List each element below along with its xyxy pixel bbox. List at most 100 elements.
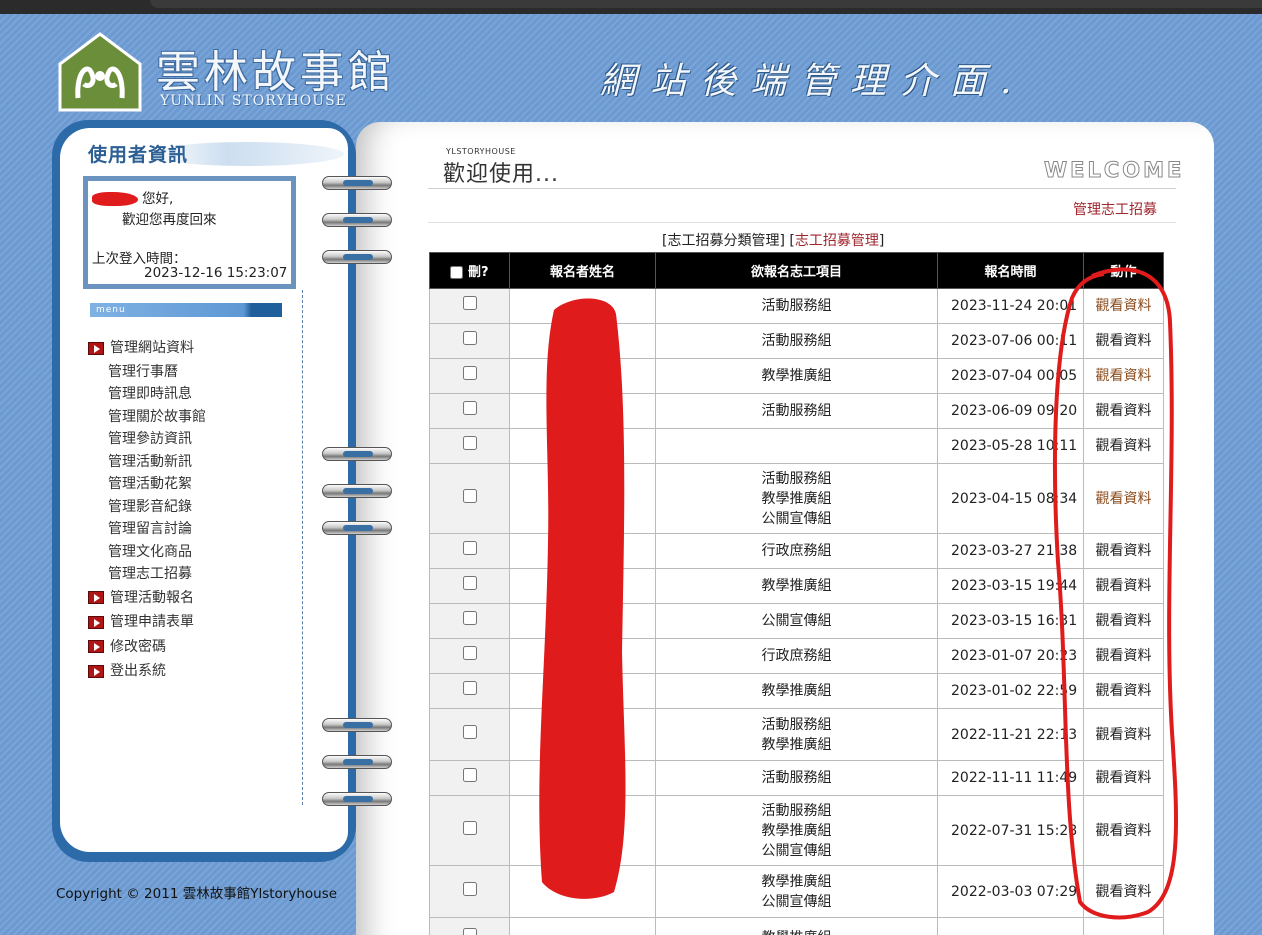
binder-ring: [322, 250, 392, 264]
menu-section-site-data[interactable]: 管理網站資料: [88, 336, 206, 361]
menu-section-password[interactable]: 修改密碼: [88, 635, 206, 660]
welcome-back-text: 歡迎您再度回來: [122, 212, 217, 228]
menu-item-video-records[interactable]: 管理影音紀錄: [88, 496, 206, 519]
binder-ring: [322, 484, 392, 498]
annotation-circle: [1052, 267, 1178, 920]
row-delete-checkbox[interactable]: [462, 541, 477, 555]
row-delete-checkbox[interactable]: [462, 881, 477, 896]
menu-section-label: 管理網站資料: [110, 340, 194, 357]
menu-item-visit-info[interactable]: 管理參訪資訊: [88, 428, 206, 451]
play-arrow-icon: [88, 591, 104, 605]
row-delete-checkbox[interactable]: [462, 927, 477, 935]
section-title-link[interactable]: 管理志工招募: [1073, 199, 1157, 219]
menu-item-products[interactable]: 管理文化商品: [88, 541, 206, 564]
play-arrow-icon: [88, 615, 104, 629]
project-cell: 公關宣傳組: [655, 603, 938, 639]
row-delete-cell: [429, 708, 510, 761]
row-delete-checkbox[interactable]: [462, 820, 477, 835]
applicant-name-cell: [509, 917, 656, 935]
site-name-small: YLSTORYHOUSE: [446, 147, 516, 156]
project-name: 行政庶務組: [761, 648, 832, 664]
menu-section-logout[interactable]: 登出系統: [88, 659, 206, 684]
menu-section-label: 管理申請表單: [110, 614, 194, 631]
project-name: 行政庶務組: [761, 543, 832, 559]
project-name: 活動服務組: [761, 770, 832, 786]
header-slogan: 網站後端管理介面.: [600, 61, 1026, 102]
divider: [428, 188, 1176, 189]
redacted-username: [92, 192, 138, 206]
menu-item-volunteer[interactable]: 管理志工招募: [88, 563, 206, 586]
last-login-label: 上次登入時間：: [92, 251, 187, 267]
project-cell: 活動服務組: [655, 760, 938, 796]
project-name: 活動服務組: [761, 333, 832, 349]
row-delete-cell: [429, 358, 510, 394]
row-delete-checkbox[interactable]: [462, 724, 477, 739]
project-name: 教學推廣組: [761, 683, 832, 699]
project-cell: 教學推廣組 公關宣傳組: [655, 865, 938, 918]
site-logo[interactable]: 雲林故事館 YUNLIN STORYHOUSE: [58, 30, 392, 114]
welcome-heading: WELCOME: [1043, 158, 1185, 183]
menu-header-bar: menu: [90, 303, 282, 317]
project-name: 活動服務組: [761, 470, 832, 487]
row-delete-checkbox[interactable]: [462, 401, 477, 415]
page-title: 歡迎使用...: [443, 162, 559, 187]
sidebar-divider: [302, 290, 303, 805]
binder-ring: [322, 213, 392, 227]
row-delete-cell: [429, 463, 510, 534]
menu-item-event-news[interactable]: 管理活動新訊: [88, 451, 206, 474]
menu-section-event-signup[interactable]: 管理活動報名: [88, 586, 206, 611]
binder-ring: [322, 521, 392, 535]
project-name: 公關宣傳組: [761, 510, 832, 527]
bracket: ] [: [779, 233, 795, 249]
user-info-title: 使用者資訊: [88, 144, 189, 166]
row-delete-checkbox[interactable]: [462, 611, 477, 625]
project-cell: 活動服務組: [655, 393, 938, 429]
project-name: 活動服務組: [761, 802, 832, 819]
house-logo-icon: [58, 32, 142, 112]
play-arrow-icon: [88, 664, 104, 678]
row-delete-checkbox[interactable]: [462, 646, 477, 660]
row-delete-checkbox[interactable]: [462, 436, 477, 450]
browser-top-strip: [0, 0, 1262, 14]
redaction-stroke: [539, 298, 626, 899]
row-delete-checkbox[interactable]: [462, 576, 477, 590]
row-delete-checkbox[interactable]: [462, 366, 477, 380]
menu-item-event-highlights[interactable]: 管理活動花絮: [88, 473, 206, 496]
project-cell: 活動服務組 教學推廣組: [655, 708, 938, 761]
project-name: 活動服務組: [761, 403, 832, 419]
row-delete-checkbox[interactable]: [462, 768, 477, 782]
menu-item-about[interactable]: 管理關於故事館: [88, 406, 206, 429]
category-manage-link[interactable]: 志工招募分類管理: [667, 233, 779, 249]
play-arrow-icon: [88, 341, 104, 355]
row-delete-checkbox[interactable]: [462, 488, 477, 503]
project-cell: 行政庶務組: [655, 638, 938, 674]
row-delete-cell: [429, 917, 510, 935]
menu-item-guestbook[interactable]: 管理留言討論: [88, 518, 206, 541]
user-info-box: 您好, 歡迎您再度回來 上次登入時間： 2023-12-16 15:23:07: [83, 176, 296, 289]
binder-ring: [322, 176, 392, 190]
row-delete-checkbox[interactable]: [462, 681, 477, 695]
project-name: 教學推廣組: [656, 928, 937, 935]
project-cell: 行政庶務組: [655, 533, 938, 569]
project-name: 教學推廣組: [761, 736, 832, 753]
redaction-scribble: [539, 298, 626, 899]
annotation-stroke: [1052, 267, 1178, 920]
binder-ring: [322, 792, 392, 806]
project-name: 公關宣傳組: [761, 613, 832, 629]
binder-ring: [322, 447, 392, 461]
menu-item-news[interactable]: 管理即時訊息: [88, 383, 206, 406]
sub-nav: [志工招募分類管理] [志工招募管理]: [662, 230, 884, 250]
recruit-manage-link[interactable]: 志工招募管理: [795, 233, 879, 249]
row-delete-checkbox[interactable]: [462, 331, 477, 345]
menu-item-calendar[interactable]: 管理行事曆: [88, 361, 206, 384]
play-arrow-icon: [88, 640, 104, 654]
project-name: 教學推廣組: [761, 822, 832, 839]
row-delete-cell: [429, 673, 510, 709]
select-all-checkbox[interactable]: [450, 266, 464, 279]
sidebar-menu: 管理網站資料 管理行事曆 管理即時訊息 管理關於故事館 管理參訪資訊 管理活動新…: [88, 336, 206, 684]
menu-section-forms[interactable]: 管理申請表單: [88, 610, 206, 635]
row-delete-checkbox[interactable]: [462, 296, 477, 310]
project-name: 公關宣傳組: [761, 893, 832, 910]
project-name: 教學推廣組: [761, 578, 832, 594]
greeting-line: 您好,: [92, 187, 173, 207]
